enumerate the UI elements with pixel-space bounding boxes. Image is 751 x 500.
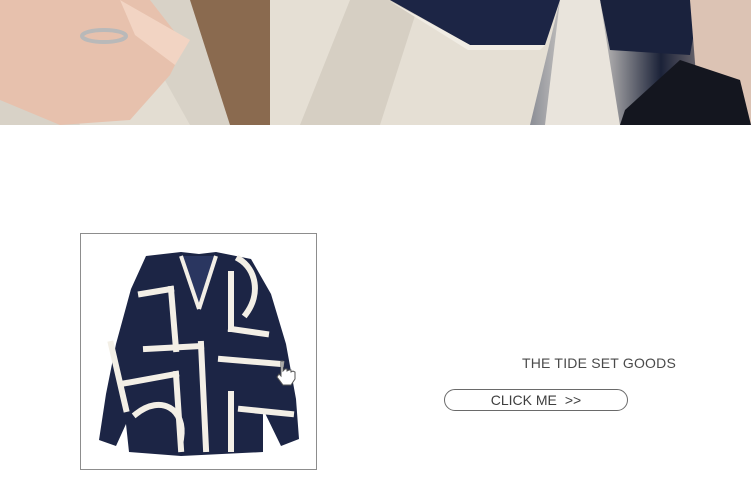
double-chevron-icon: >> [564, 392, 582, 408]
click-me-button[interactable]: CLICK ME >> [444, 389, 628, 411]
click-me-label: CLICK ME [490, 392, 557, 408]
product-thumbnail[interactable] [80, 233, 317, 470]
hero-photo [0, 0, 751, 125]
hero-illustration [0, 0, 751, 125]
promo-tagline: THE TIDE SET GOODS [522, 355, 676, 371]
blouse-illustration [99, 252, 299, 456]
